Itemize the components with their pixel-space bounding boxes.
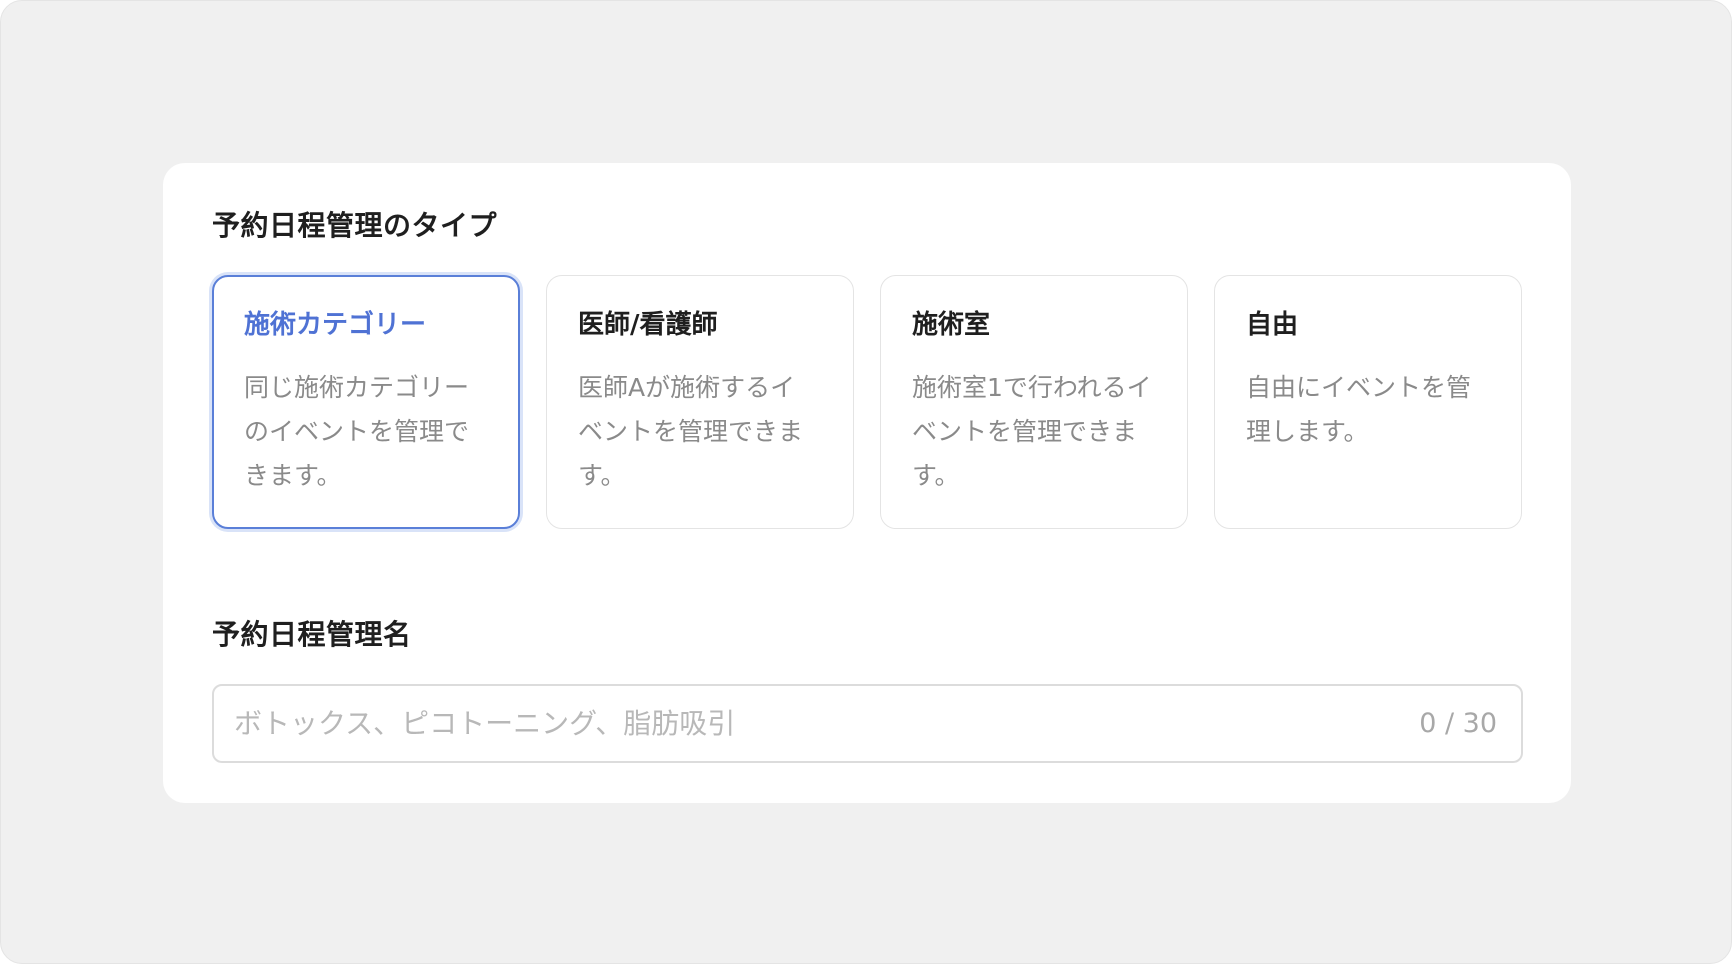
schedule-name-title: 予約日程管理名 (212, 618, 412, 651)
schedule-type-options: 施術カテゴリー 同じ施術カテゴリーのイベントを管理できます。 医師/看護師 医師… (212, 275, 1523, 529)
schedule-type-title: 予約日程管理のタイプ (212, 209, 498, 242)
card-title: 施術室 (912, 310, 991, 340)
schedule-type-card-treatment-room[interactable]: 施術室 施術室1で行われるイベントを管理できます。 (880, 275, 1188, 529)
schedule-settings-panel: 予約日程管理のタイプ 施術カテゴリー 同じ施術カテゴリーのイベントを管理できます… (163, 163, 1571, 803)
schedule-type-card-doctor-nurse[interactable]: 医師/看護師 医師Aが施術するイベントを管理できます。 (546, 275, 854, 529)
card-title: 施術カテゴリー (244, 310, 427, 340)
schedule-name-field[interactable]: 0 / 30 (212, 684, 1523, 763)
card-title: 自由 (1246, 310, 1299, 340)
card-description: 同じ施術カテゴリーのイベントを管理できます。 (244, 373, 470, 490)
card-title: 医師/看護師 (578, 310, 718, 340)
card-description: 施術室1で行われるイベントを管理できます。 (912, 373, 1152, 490)
card-description: 医師Aが施術するイベントを管理できます。 (578, 373, 804, 490)
schedule-type-card-free[interactable]: 自由 自由にイベントを管理します。 (1214, 275, 1522, 529)
schedule-name-input[interactable] (234, 686, 1374, 761)
screen-background: 予約日程管理のタイプ 施術カテゴリー 同じ施術カテゴリーのイベントを管理できます… (0, 0, 1732, 964)
card-description: 自由にイベントを管理します。 (1246, 373, 1472, 446)
schedule-type-card-treatment-category[interactable]: 施術カテゴリー 同じ施術カテゴリーのイベントを管理できます。 (212, 275, 520, 529)
character-count: 0 / 30 (1419, 708, 1497, 739)
